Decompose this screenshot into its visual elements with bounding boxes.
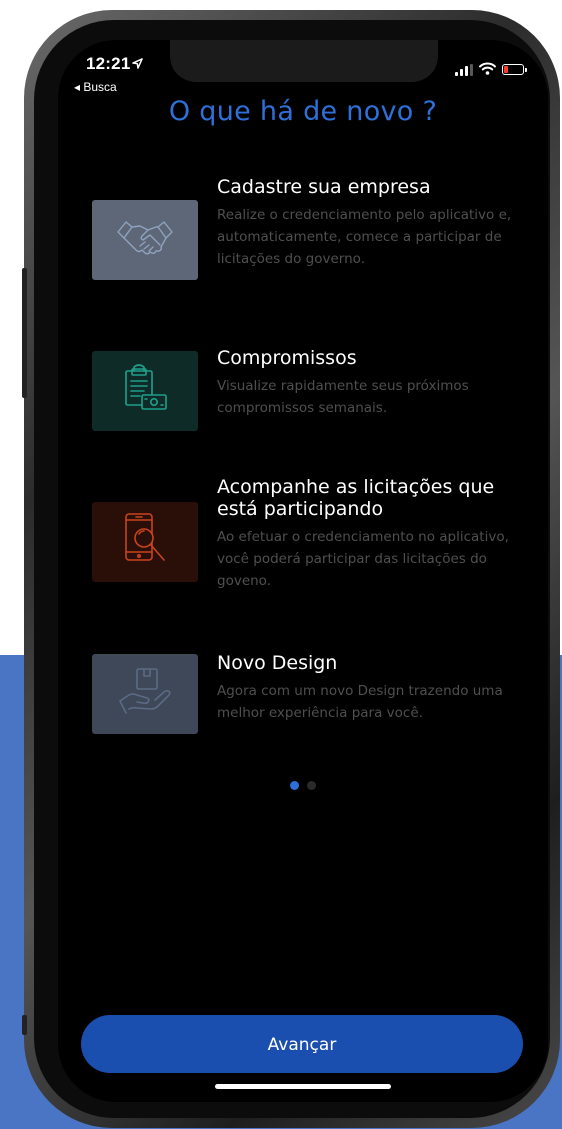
back-to-search-link[interactable]: ◂ Busca xyxy=(74,80,117,94)
feature-title: Novo Design xyxy=(217,652,338,674)
next-button[interactable]: Avançar xyxy=(81,1015,523,1073)
feature-item: Cadastre sua empresa Realize o credencia… xyxy=(92,176,532,306)
hand-box-icon xyxy=(117,667,173,721)
feature-description: Realize o credenciamento pelo aplicativo… xyxy=(217,207,512,267)
feature-description: Visualize rapidamente seus próximos comp… xyxy=(217,378,469,416)
side-button-top xyxy=(22,268,27,398)
feature-title: Compromissos xyxy=(217,347,357,369)
feature-description: Ao efetuar o credenciamento no aplicativ… xyxy=(217,529,509,589)
feature-item: Novo Design Agora com um novo Design tra… xyxy=(92,652,532,742)
time-label: 12:21 xyxy=(86,54,131,73)
handshake-icon xyxy=(116,218,174,262)
battery-low-icon xyxy=(502,64,527,75)
page-title: O que há de novo ? xyxy=(168,96,438,127)
status-time: 12:21 xyxy=(86,54,144,74)
pagination-dot-active[interactable] xyxy=(290,781,299,790)
clipboard-money-icon xyxy=(120,363,170,419)
side-button-bottom xyxy=(22,1015,27,1035)
phone-search-icon xyxy=(122,512,168,572)
feature-item: Acompanhe as licitações que está partici… xyxy=(92,476,532,611)
feature-description: Agora com um novo Design trazendo uma me… xyxy=(217,683,503,721)
cellular-signal-icon xyxy=(455,63,473,76)
pagination-dot[interactable] xyxy=(307,781,316,790)
status-icons xyxy=(455,60,527,79)
feature-icon-box xyxy=(92,654,198,734)
feature-icon-box xyxy=(92,351,198,431)
app-screen: 12:21 ◂ Busca O que há de novo ? Cadastr… xyxy=(58,40,548,1102)
home-indicator[interactable] xyxy=(215,1084,391,1089)
feature-icon-box xyxy=(92,200,198,280)
wifi-icon xyxy=(479,60,496,79)
location-arrow-icon xyxy=(132,58,144,72)
feature-item: Compromissos Visualize rapidamente seus … xyxy=(92,347,532,437)
battery-level xyxy=(504,66,508,73)
notch xyxy=(170,40,438,82)
feature-title: Acompanhe as licitações que está partici… xyxy=(217,476,495,520)
feature-icon-box xyxy=(92,502,198,582)
pagination-dots xyxy=(58,781,548,790)
feature-title: Cadastre sua empresa xyxy=(217,176,431,198)
